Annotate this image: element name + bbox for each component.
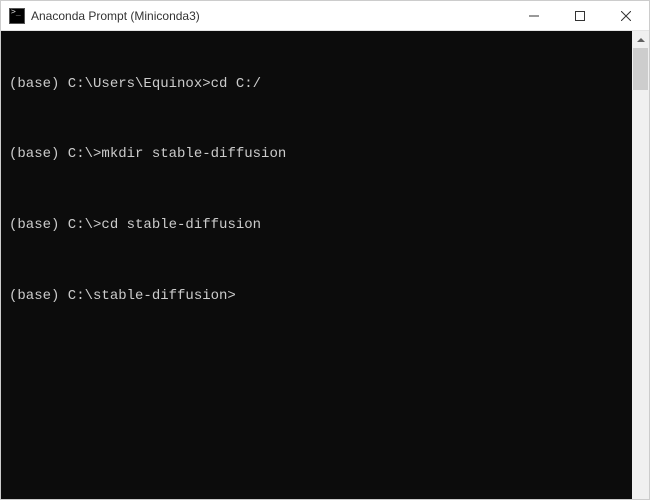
terminal-line: (base) C:\>mkdir stable-diffusion: [9, 145, 624, 164]
command: mkdir stable-diffusion: [101, 146, 286, 162]
command: cd C:/: [211, 76, 261, 92]
terminal-output[interactable]: (base) C:\Users\Equinox>cd C:/ (base) C:…: [1, 31, 632, 499]
prompt: (base) C:\>: [9, 217, 101, 233]
minimize-button[interactable]: [511, 1, 557, 30]
prompt: (base) C:\Users\Equinox>: [9, 76, 211, 92]
scrollbar[interactable]: [632, 31, 649, 499]
close-button[interactable]: [603, 1, 649, 30]
scroll-thumb[interactable]: [633, 48, 648, 90]
terminal-icon: [9, 8, 25, 24]
terminal-wrapper: (base) C:\Users\Equinox>cd C:/ (base) C:…: [1, 31, 649, 499]
command: cd stable-diffusion: [101, 217, 261, 233]
terminal-line: (base) C:\>cd stable-diffusion: [9, 216, 624, 235]
terminal-line: (base) C:\Users\Equinox>cd C:/: [9, 75, 624, 94]
prompt: (base) C:\>: [9, 146, 101, 162]
titlebar[interactable]: Anaconda Prompt (Miniconda3): [1, 1, 649, 31]
maximize-button[interactable]: [557, 1, 603, 30]
scroll-up-arrow[interactable]: [632, 31, 649, 48]
window-title: Anaconda Prompt (Miniconda3): [31, 9, 511, 23]
terminal-current-line: (base) C:\stable-diffusion>: [9, 287, 624, 306]
prompt: (base) C:\stable-diffusion>: [9, 288, 236, 304]
window-controls: [511, 1, 649, 30]
